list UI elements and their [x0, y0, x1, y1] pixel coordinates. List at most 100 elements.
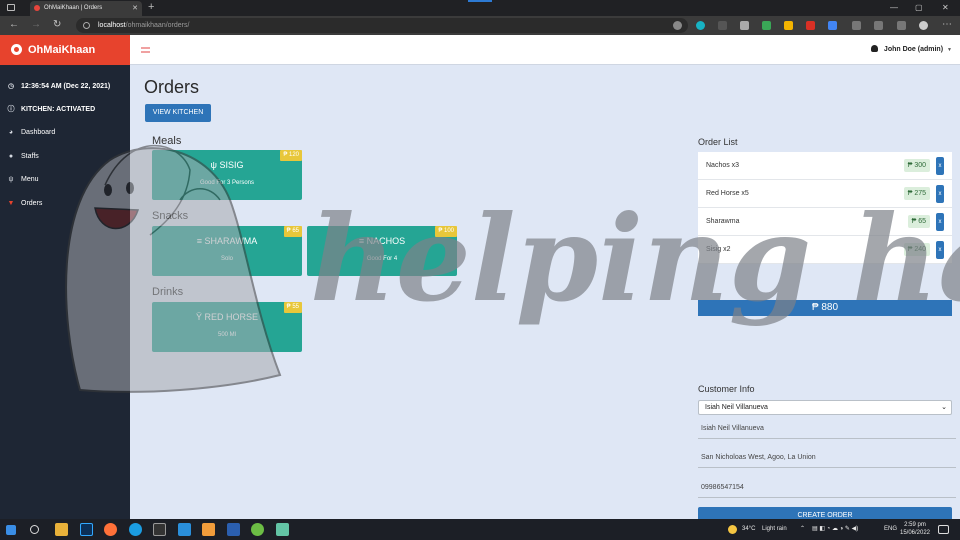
order-item-name: Red Horse x5	[706, 190, 749, 197]
sidebar-item-orders[interactable]: ▼ Orders	[0, 194, 130, 214]
downloads-icon[interactable]	[897, 21, 906, 30]
customer-address-field[interactable]: San Nicholoas West, Agoo, La Union	[698, 451, 956, 468]
sidebar: ◷ 12:36:54 AM (Dec 22, 2021) ⓘ KITCHEN: …	[0, 65, 130, 519]
reload-icon[interactable]: ↻	[53, 18, 61, 32]
main-content: Orders VIEW KITCHEN Meals ψ SISIG Good F…	[130, 65, 960, 525]
order-item-price: ₱ 275	[903, 187, 930, 200]
order-item: Red Horse x5 ₱ 275 x	[698, 180, 952, 208]
menu-card-sharawma[interactable]: ≡ SHARAWMA Solo ₱ 65	[152, 226, 302, 276]
close-tab-icon[interactable]: ✕	[132, 1, 138, 16]
extension-s-icon[interactable]	[762, 21, 771, 30]
taskbar: 34°C Light rain ⌃ ▤ ◧ ◔ ☁ ◑ ✎ ◀) ENG 2:5…	[0, 519, 960, 540]
order-item-name: Sharawma	[706, 218, 740, 225]
card-description: Good For 3 Persons	[199, 180, 255, 186]
file-explorer-icon[interactable]	[55, 523, 68, 536]
top-bar: John Doe (admin) ▼	[130, 35, 960, 65]
card-description: 500 Ml	[217, 332, 236, 338]
more-options-icon[interactable]: ⋯	[942, 18, 952, 32]
card-title: ≡ SHARAWMA	[152, 236, 302, 246]
tab-title: OhMaiKhaan | Orders	[44, 5, 103, 11]
url-host: localhost	[98, 22, 126, 29]
menu-toggle-icon[interactable]	[141, 47, 150, 53]
photoshop-icon[interactable]	[80, 523, 93, 536]
clock-icon: ◷	[7, 83, 15, 90]
remove-item-button[interactable]: x	[936, 213, 944, 231]
sidebar-item-staffs[interactable]: ● Staffs	[0, 147, 130, 167]
terminal-icon[interactable]	[153, 523, 166, 536]
windows-start-icon[interactable]	[6, 525, 16, 535]
price-badge: ₱ 120	[280, 150, 302, 161]
collections-icon[interactable]	[874, 21, 883, 30]
remove-item-button[interactable]: x	[936, 241, 944, 259]
view-kitchen-button[interactable]: VIEW KITCHEN	[145, 104, 211, 122]
price-badge: ₱ 55	[283, 302, 302, 313]
user-menu[interactable]: John Doe (admin) ▼	[870, 35, 952, 65]
brand-logo-icon	[11, 44, 22, 55]
address-bar: ← → ↻ localhost/ohmaikhaan/orders/ ⋯	[0, 16, 960, 35]
extension-color-icon[interactable]	[784, 21, 793, 30]
card-name: RED HORSE	[204, 312, 259, 322]
extension-record-icon[interactable]	[806, 21, 815, 30]
customer-name-field[interactable]: Isiah Neil Villanueva	[698, 422, 956, 439]
sidebar-item-menu[interactable]: ψ Menu	[0, 170, 130, 190]
menu-card-sisig[interactable]: ψ SISIG Good For 3 Persons ₱ 120	[152, 150, 302, 200]
weather-icon[interactable]	[728, 525, 737, 534]
brand-name: OhMaiKhaan	[28, 44, 96, 56]
order-item: Sisig x2 ₱ 240 x	[698, 236, 952, 264]
card-title: ψ SISIG	[152, 160, 302, 170]
remove-item-button[interactable]: x	[936, 157, 944, 175]
forward-icon[interactable]: →	[31, 18, 41, 32]
menu-card-red-horse[interactable]: Ÿ RED HORSE 500 Ml ₱ 55	[152, 302, 302, 352]
new-tab-icon[interactable]: +	[148, 0, 154, 15]
site-info-icon[interactable]	[83, 22, 90, 29]
order-item: Sharawma ₱ 65 x	[698, 208, 952, 236]
word-icon[interactable]	[227, 523, 240, 536]
notifications-icon[interactable]	[938, 525, 949, 534]
close-window-icon[interactable]: ✕	[942, 0, 949, 15]
extension-blue-icon[interactable]	[828, 21, 837, 30]
maximize-icon[interactable]: ▢	[915, 0, 923, 15]
customer-select[interactable]: Isiah Neil Villanueva ⌄	[698, 400, 952, 415]
app-icon[interactable]	[251, 523, 264, 536]
card-description: Good For 4	[366, 256, 398, 262]
notes-icon[interactable]	[276, 523, 289, 536]
tray-icons[interactable]: ▤ ◧ ◔ ☁ ◑ ✎ ◀)	[812, 519, 858, 540]
profile-avatar[interactable]	[919, 21, 928, 30]
xampp-icon[interactable]	[202, 523, 215, 536]
back-icon[interactable]: ←	[9, 18, 19, 32]
price-badge: ₱ 100	[435, 226, 457, 237]
customer-phone-field[interactable]: 09986547154	[698, 481, 956, 498]
clock[interactable]: 2:59 pm 15/06/2022	[898, 521, 932, 537]
favorites-icon[interactable]	[852, 21, 861, 30]
search-icon[interactable]	[30, 525, 39, 534]
minimize-icon[interactable]: —	[890, 0, 898, 15]
user-icon	[870, 45, 878, 52]
firefox-icon[interactable]	[104, 523, 117, 536]
app: OhMaiKhaan John Doe (admin) ▼ ◷ 12:36:54 …	[0, 35, 960, 525]
customer-info-title: Customer Info	[698, 384, 755, 394]
dashboard-icon: ◕	[8, 129, 14, 136]
sidebar-item-dashboard[interactable]: ◕ Dashboard	[0, 123, 130, 143]
window-indicator	[468, 0, 492, 2]
tab-actions-icon[interactable]	[7, 4, 15, 11]
read-aloud-icon[interactable]	[673, 21, 682, 30]
brand[interactable]: OhMaiKhaan	[0, 35, 130, 65]
card-name: NACHOS	[366, 236, 406, 246]
browser-tab[interactable]: OhMaiKhaan | Orders ✕	[30, 1, 142, 16]
remove-item-button[interactable]: x	[936, 185, 944, 203]
url-input[interactable]: localhost/ohmaikhaan/orders/	[76, 18, 688, 33]
vscode-icon[interactable]	[178, 523, 191, 536]
chevron-up-icon[interactable]: ⌃	[800, 519, 805, 540]
temperature: 34°C	[742, 526, 756, 532]
extension-dash-icon[interactable]	[718, 21, 727, 30]
edge-icon[interactable]	[129, 523, 142, 536]
section-meals: Meals	[152, 135, 182, 147]
card-name: SISIG	[219, 160, 244, 170]
extension-m-icon[interactable]	[696, 21, 705, 30]
sidebar-item-label: Orders	[21, 200, 43, 207]
chevron-down-icon: ⌄	[941, 404, 947, 411]
menu-card-nachos[interactable]: ≡ NACHOS Good For 4 ₱ 100	[307, 226, 457, 276]
language-indicator[interactable]: ENG	[884, 519, 897, 540]
extension-grid-icon[interactable]	[740, 21, 749, 30]
sidebar-item-label: Staffs	[21, 153, 39, 160]
